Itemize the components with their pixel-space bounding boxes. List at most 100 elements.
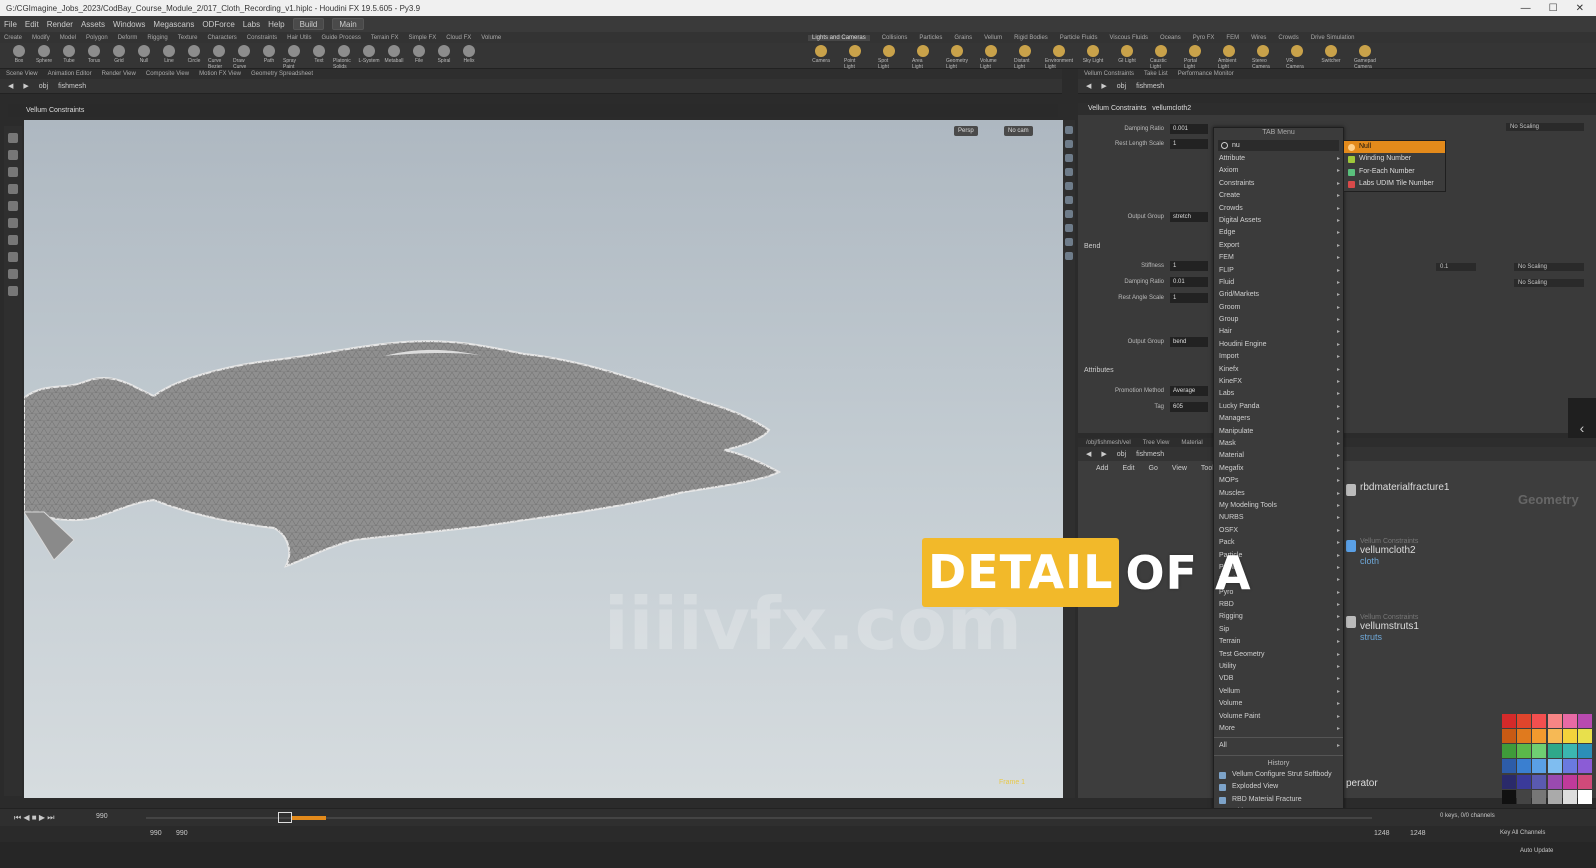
shelf-tool[interactable]: Line bbox=[158, 45, 180, 64]
tab-menu-category[interactable]: Create bbox=[1214, 190, 1343, 203]
history-item[interactable]: Exploded View bbox=[1214, 781, 1343, 793]
tab-menu-category[interactable]: FLIP bbox=[1214, 265, 1343, 278]
move-tool-icon[interactable] bbox=[8, 150, 18, 160]
tab-submenu[interactable]: Null Winding Number For-Each Number Labs… bbox=[1343, 140, 1446, 192]
start-frame[interactable]: 990 bbox=[150, 830, 162, 837]
grid-icon[interactable] bbox=[1065, 210, 1073, 218]
shading-icon[interactable] bbox=[1065, 140, 1073, 148]
rotate-tool-icon[interactable] bbox=[8, 167, 18, 177]
node-vellumcloth[interactable]: Vellum Constraints vellumcloth2 cloth bbox=[1346, 538, 1418, 566]
shelf-tool[interactable]: VR Camera bbox=[1286, 45, 1308, 70]
menu-megascans[interactable]: Megascans bbox=[153, 20, 194, 29]
tab-menu-category[interactable]: Volume Paint bbox=[1214, 711, 1343, 724]
normals-icon[interactable] bbox=[1065, 196, 1073, 204]
shelf-tab-lights[interactable]: Lights and Cameras bbox=[808, 34, 870, 41]
tab-menu-category[interactable]: Material bbox=[1214, 450, 1343, 463]
tab-menu-category[interactable]: Groom bbox=[1214, 302, 1343, 315]
scale-tool-icon[interactable] bbox=[8, 184, 18, 194]
shelf-tool[interactable]: Distant Light bbox=[1014, 45, 1036, 70]
palette-swatch[interactable] bbox=[1502, 774, 1516, 789]
range-end[interactable]: 1248 bbox=[1374, 830, 1390, 837]
palette-swatch[interactable] bbox=[1532, 714, 1547, 728]
tab-menu-category[interactable]: Attribute bbox=[1214, 153, 1343, 166]
param-value[interactable]: Average bbox=[1170, 386, 1208, 396]
tab-menu-category[interactable]: Rigging bbox=[1214, 611, 1343, 624]
tab-take-list[interactable]: Take List bbox=[1144, 71, 1168, 77]
palette-swatch[interactable] bbox=[1547, 714, 1562, 728]
node-rbdmaterialfracture[interactable]: rbdmaterialfracture1 bbox=[1346, 482, 1449, 496]
palette-swatch[interactable] bbox=[1562, 729, 1577, 744]
param-value[interactable]: bend bbox=[1170, 337, 1208, 347]
shelf-tab[interactable]: Particles bbox=[919, 35, 942, 41]
current-frame[interactable]: 990 bbox=[96, 813, 108, 820]
shelf-tab[interactable]: Simple FX bbox=[409, 35, 437, 41]
tab-menu-category[interactable]: Manipulate bbox=[1214, 426, 1343, 439]
palette-swatch[interactable] bbox=[1562, 744, 1577, 759]
submenu-item-udim-tile[interactable]: Labs UDIM Tile Number bbox=[1344, 178, 1445, 190]
shelf-tab[interactable]: Rigging bbox=[147, 35, 167, 41]
tab-menu-category[interactable]: NURBS bbox=[1214, 512, 1343, 525]
palette-swatch[interactable] bbox=[1502, 744, 1516, 759]
param-value[interactable]: 1 bbox=[1170, 293, 1208, 303]
shelf-tab[interactable]: Particle Fluids bbox=[1060, 35, 1098, 41]
shelf-tab[interactable]: Grains bbox=[954, 35, 972, 41]
tab-menu-category[interactable]: My Modeling Tools bbox=[1214, 500, 1343, 513]
menu-assets[interactable]: Assets bbox=[81, 20, 105, 29]
param-value[interactable]: 0.001 bbox=[1170, 124, 1208, 134]
scene-viewport[interactable]: Frame 1 Persp No cam iiiivfx.com bbox=[24, 120, 1064, 798]
section-attributes[interactable]: Attributes bbox=[1084, 367, 1114, 374]
palette-swatch[interactable] bbox=[1547, 774, 1562, 789]
param-value[interactable]: 605 bbox=[1170, 402, 1208, 412]
tab-tree-view[interactable]: Tree View bbox=[1143, 440, 1170, 446]
shelf-tool[interactable]: Switcher bbox=[1320, 45, 1342, 64]
forward-icon[interactable]: ▶ bbox=[1101, 82, 1106, 90]
tab-menu-category[interactable]: Mask bbox=[1214, 438, 1343, 451]
shelf-tool[interactable]: Metaball bbox=[383, 45, 405, 64]
shelf-tab[interactable]: Hair Utils bbox=[287, 35, 311, 41]
shelf-tool[interactable]: Path bbox=[258, 45, 280, 64]
display-options-icon[interactable] bbox=[1065, 126, 1073, 134]
tab-render-view[interactable]: Render View bbox=[102, 71, 136, 77]
tab-menu-category[interactable]: Crowds bbox=[1214, 203, 1343, 216]
tab-menu-category[interactable]: Volume bbox=[1214, 698, 1343, 711]
forward-icon[interactable]: ▶ bbox=[23, 82, 28, 90]
palette-swatch[interactable] bbox=[1517, 744, 1532, 759]
handle-tool-icon[interactable] bbox=[8, 201, 18, 211]
tab-menu-category[interactable]: FEM bbox=[1214, 252, 1343, 265]
menu-odforce[interactable]: ODForce bbox=[202, 20, 234, 29]
tab-menu-category[interactable]: Hair bbox=[1214, 326, 1343, 339]
tab-menu-category[interactable]: Vellum bbox=[1214, 686, 1343, 699]
shelf-tool[interactable]: Curve Bezier bbox=[208, 45, 230, 70]
menu-file[interactable]: File bbox=[4, 20, 17, 29]
palette-swatch[interactable] bbox=[1547, 789, 1562, 804]
shelf-tool[interactable]: Null bbox=[133, 45, 155, 64]
tab-composite-view[interactable]: Composite View bbox=[146, 71, 189, 77]
palette-swatch[interactable] bbox=[1517, 729, 1532, 744]
shelf-tab[interactable]: Pyro FX bbox=[1193, 35, 1215, 41]
palette-swatch[interactable] bbox=[1547, 729, 1562, 744]
palette-swatch[interactable] bbox=[1502, 759, 1516, 774]
param-value[interactable]: stretch bbox=[1170, 212, 1208, 222]
shelf-tool[interactable]: Environment Light bbox=[1045, 45, 1073, 70]
shelf-tab[interactable]: Wires bbox=[1251, 35, 1266, 41]
camera-lock-icon[interactable] bbox=[1065, 224, 1073, 232]
shelf-tool[interactable]: Tube bbox=[58, 45, 80, 64]
param-value[interactable]: 1 bbox=[1170, 261, 1208, 271]
tab-menu-category[interactable]: Fluid bbox=[1214, 277, 1343, 290]
tab-menu-category[interactable]: MOPs bbox=[1214, 475, 1343, 488]
shelf-tool[interactable]: GI Light bbox=[1116, 45, 1138, 64]
shelf-tab[interactable]: Characters bbox=[207, 35, 236, 41]
tab-param[interactable]: Vellum Constraints bbox=[1084, 71, 1134, 77]
palette-swatch[interactable] bbox=[1502, 729, 1516, 744]
shelf-tab[interactable]: Guide Process bbox=[321, 35, 360, 41]
palette-swatch[interactable] bbox=[1517, 759, 1532, 774]
shelf-tab[interactable]: Constraints bbox=[247, 35, 277, 41]
menu-windows[interactable]: Windows bbox=[113, 20, 145, 29]
tab-menu[interactable]: TAB Menu nu AttributeAxiomConstraintsCre… bbox=[1213, 127, 1344, 850]
select-tool-icon[interactable] bbox=[8, 133, 18, 143]
shelf-tool[interactable]: L-System bbox=[358, 45, 380, 64]
shelf-tab[interactable]: Volume bbox=[481, 35, 501, 41]
param-value[interactable]: 0.1 bbox=[1436, 263, 1476, 271]
timeline[interactable]: ⏮ ◀ ■ ▶ ⏭ 990 0 keys, 0/0 channels bbox=[0, 808, 1596, 826]
palette-swatch[interactable] bbox=[1577, 789, 1592, 804]
